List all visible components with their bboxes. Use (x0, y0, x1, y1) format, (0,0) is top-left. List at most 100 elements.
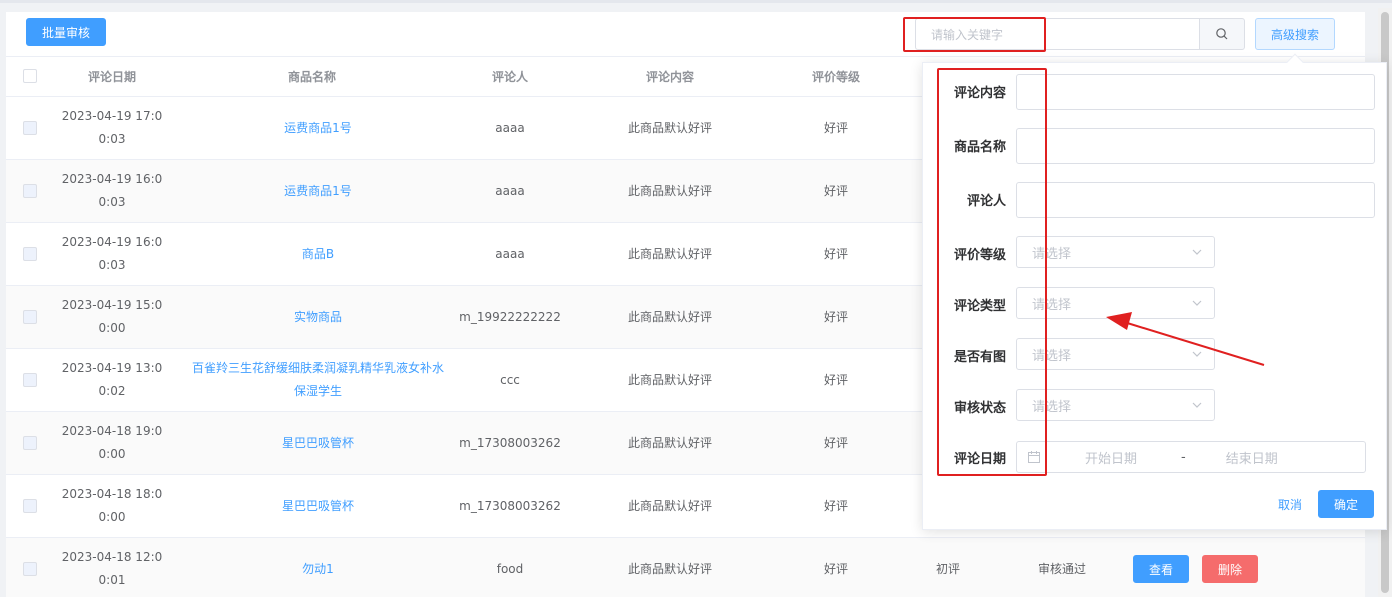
cell-review-date: 2023-04-19 16:0 0:03 (52, 160, 172, 222)
column-header-grade: 评价等级 (811, 70, 860, 84)
start-date-input[interactable]: 开始日期 (1085, 448, 1145, 467)
delete-button[interactable]: 删除 (1202, 555, 1258, 583)
chevron-down-icon (1192, 300, 1202, 306)
time-line: 0:03 (98, 132, 126, 146)
column-header-date: 评论日期 (87, 70, 136, 84)
cell-rating-grade: 好评 (823, 561, 848, 576)
cell-rating-grade: 好评 (823, 372, 848, 387)
column-header-product: 商品名称 (287, 70, 336, 84)
date-line: 2023-04-19 16:0 (61, 235, 163, 249)
product-link[interactable]: 商品B (302, 243, 334, 266)
cell-product-name[interactable]: 运费商品1号 (182, 97, 454, 159)
cell-review-date: 2023-04-19 17:0 0:03 (52, 97, 172, 159)
product-link[interactable]: 星巴巴吸管杯 (282, 432, 354, 455)
column-header-reviewer: 评论人 (491, 70, 528, 84)
reviewer-input[interactable] (1016, 182, 1375, 218)
row-checkbox[interactable] (23, 121, 37, 135)
date-line: 2023-04-19 15:0 (61, 298, 163, 312)
cell-review-date: 2023-04-18 18:0 0:00 (52, 475, 172, 537)
date-line: 2023-04-18 19:0 (61, 424, 163, 438)
select-all-checkbox[interactable] (23, 69, 37, 83)
cell-review-content: 此商品默认好评 (627, 372, 712, 387)
cell-rating-grade: 好评 (823, 309, 848, 324)
review-date-range-picker[interactable]: 开始日期 - 结束日期 (1016, 441, 1366, 473)
confirm-button[interactable]: 确定 (1318, 490, 1374, 518)
label-has-image: 是否有图 (953, 350, 1006, 365)
select-placeholder: 请选择 (1032, 348, 1072, 364)
row-checkbox[interactable] (23, 184, 37, 198)
cell-review-date: 2023-04-18 19:0 0:00 (52, 412, 172, 474)
review-content-input[interactable] (1016, 74, 1375, 110)
date-separator: - (1181, 449, 1186, 465)
select-placeholder: 请选择 (1032, 297, 1072, 313)
product-link[interactable]: 勿动1 (302, 558, 334, 581)
cell-reviewer: aaaa (495, 183, 525, 198)
time-line: 0:03 (98, 195, 126, 209)
top-border (0, 0, 1392, 3)
label-product-name: 商品名称 (953, 140, 1006, 155)
time-line: 0:03 (98, 258, 126, 272)
search-icon (1216, 28, 1228, 40)
cell-review-content: 此商品默认好评 (627, 561, 712, 576)
cell-product-name[interactable]: 百雀羚三生花舒缓细肤柔润凝乳精华乳液女补水 保湿学生 (182, 349, 454, 411)
cell-product-name[interactable]: 实物商品 (182, 286, 454, 348)
end-date-input[interactable]: 结束日期 (1226, 448, 1286, 467)
search-button[interactable] (1199, 18, 1245, 50)
product-name-input[interactable] (1016, 128, 1375, 164)
label-review-content: 评论内容 (953, 86, 1006, 101)
time-line: 0:00 (98, 510, 126, 524)
chevron-down-icon (1192, 249, 1202, 255)
cell-product-name[interactable]: 勿动1 (182, 538, 454, 597)
row-checkbox[interactable] (23, 499, 37, 513)
cell-product-name[interactable]: 星巴巴吸管杯 (182, 412, 454, 474)
product-link[interactable]: 星巴巴吸管杯 (282, 495, 354, 518)
row-checkbox[interactable] (23, 436, 37, 450)
row-checkbox[interactable] (23, 247, 37, 261)
time-line: 0:00 (98, 447, 126, 461)
keyword-search: 请输入关键字 (915, 18, 1245, 50)
cell-rating-grade: 好评 (823, 498, 848, 513)
row-checkbox[interactable] (23, 373, 37, 387)
cancel-button[interactable]: 取消 (1278, 496, 1302, 513)
product-link[interactable]: 运费商品1号 (284, 180, 352, 203)
cell-product-name[interactable]: 星巴巴吸管杯 (182, 475, 454, 537)
cell-reviewer: m_17308003262 (459, 435, 561, 450)
cell-review-type: 初评 (935, 561, 960, 576)
time-line: 0:00 (98, 321, 126, 335)
product-link-cont[interactable]: 保湿学生 (192, 380, 444, 403)
table-row: 2023-04-18 12:0 0:01 勿动1 food 此商品默认好评 好评 初评 审核通… (6, 538, 1365, 597)
review-type-select[interactable]: 请选择 (1016, 287, 1215, 319)
rating-grade-select[interactable]: 请选择 (1016, 236, 1215, 268)
keyword-search-input[interactable]: 请输入关键字 (915, 18, 1199, 50)
time-line: 0:02 (98, 384, 126, 398)
audit-status-select[interactable]: 请选择 (1016, 389, 1215, 421)
view-button[interactable]: 查看 (1133, 555, 1189, 583)
product-link[interactable]: 实物商品 (294, 306, 342, 329)
product-link[interactable]: 运费商品1号 (284, 117, 352, 140)
label-rating-grade: 评价等级 (953, 248, 1006, 263)
batch-review-button[interactable]: 批量审核 (26, 18, 106, 46)
label-reviewer: 评论人 (966, 194, 1006, 209)
cell-rating-grade: 好评 (823, 435, 848, 450)
date-line: 2023-04-19 16:0 (61, 172, 163, 186)
cell-review-date: 2023-04-19 15:0 0:00 (52, 286, 172, 348)
advanced-search-popover: 评论内容 商品名称 评论人 评价等级 请选择 评论类型 请选择 是否有图 请选择… (922, 62, 1387, 530)
label-audit-status: 审核状态 (953, 401, 1006, 416)
product-link[interactable]: 百雀羚三生花舒缓细肤柔润凝乳精华乳液女补水 (192, 357, 444, 380)
date-line: 2023-04-19 13:0 (61, 361, 163, 375)
row-checkbox[interactable] (23, 562, 37, 576)
cell-product-name[interactable]: 运费商品1号 (182, 160, 454, 222)
has-image-select[interactable]: 请选择 (1016, 338, 1215, 370)
cell-reviewer: ccc (500, 372, 520, 387)
cell-reviewer: m_19922222222 (459, 309, 561, 324)
cell-review-content: 此商品默认好评 (627, 246, 712, 261)
advanced-search-button[interactable]: 高级搜索 (1255, 18, 1335, 50)
cell-product-name[interactable]: 商品B (182, 223, 454, 285)
cell-review-date: 2023-04-19 13:0 0:02 (52, 349, 172, 411)
column-header-content: 评论内容 (645, 70, 694, 84)
cell-review-content: 此商品默认好评 (627, 435, 712, 450)
cell-reviewer: food (496, 561, 524, 576)
cell-review-date: 2023-04-19 16:0 0:03 (52, 223, 172, 285)
date-line: 2023-04-19 17:0 (61, 109, 163, 123)
row-checkbox[interactable] (23, 310, 37, 324)
